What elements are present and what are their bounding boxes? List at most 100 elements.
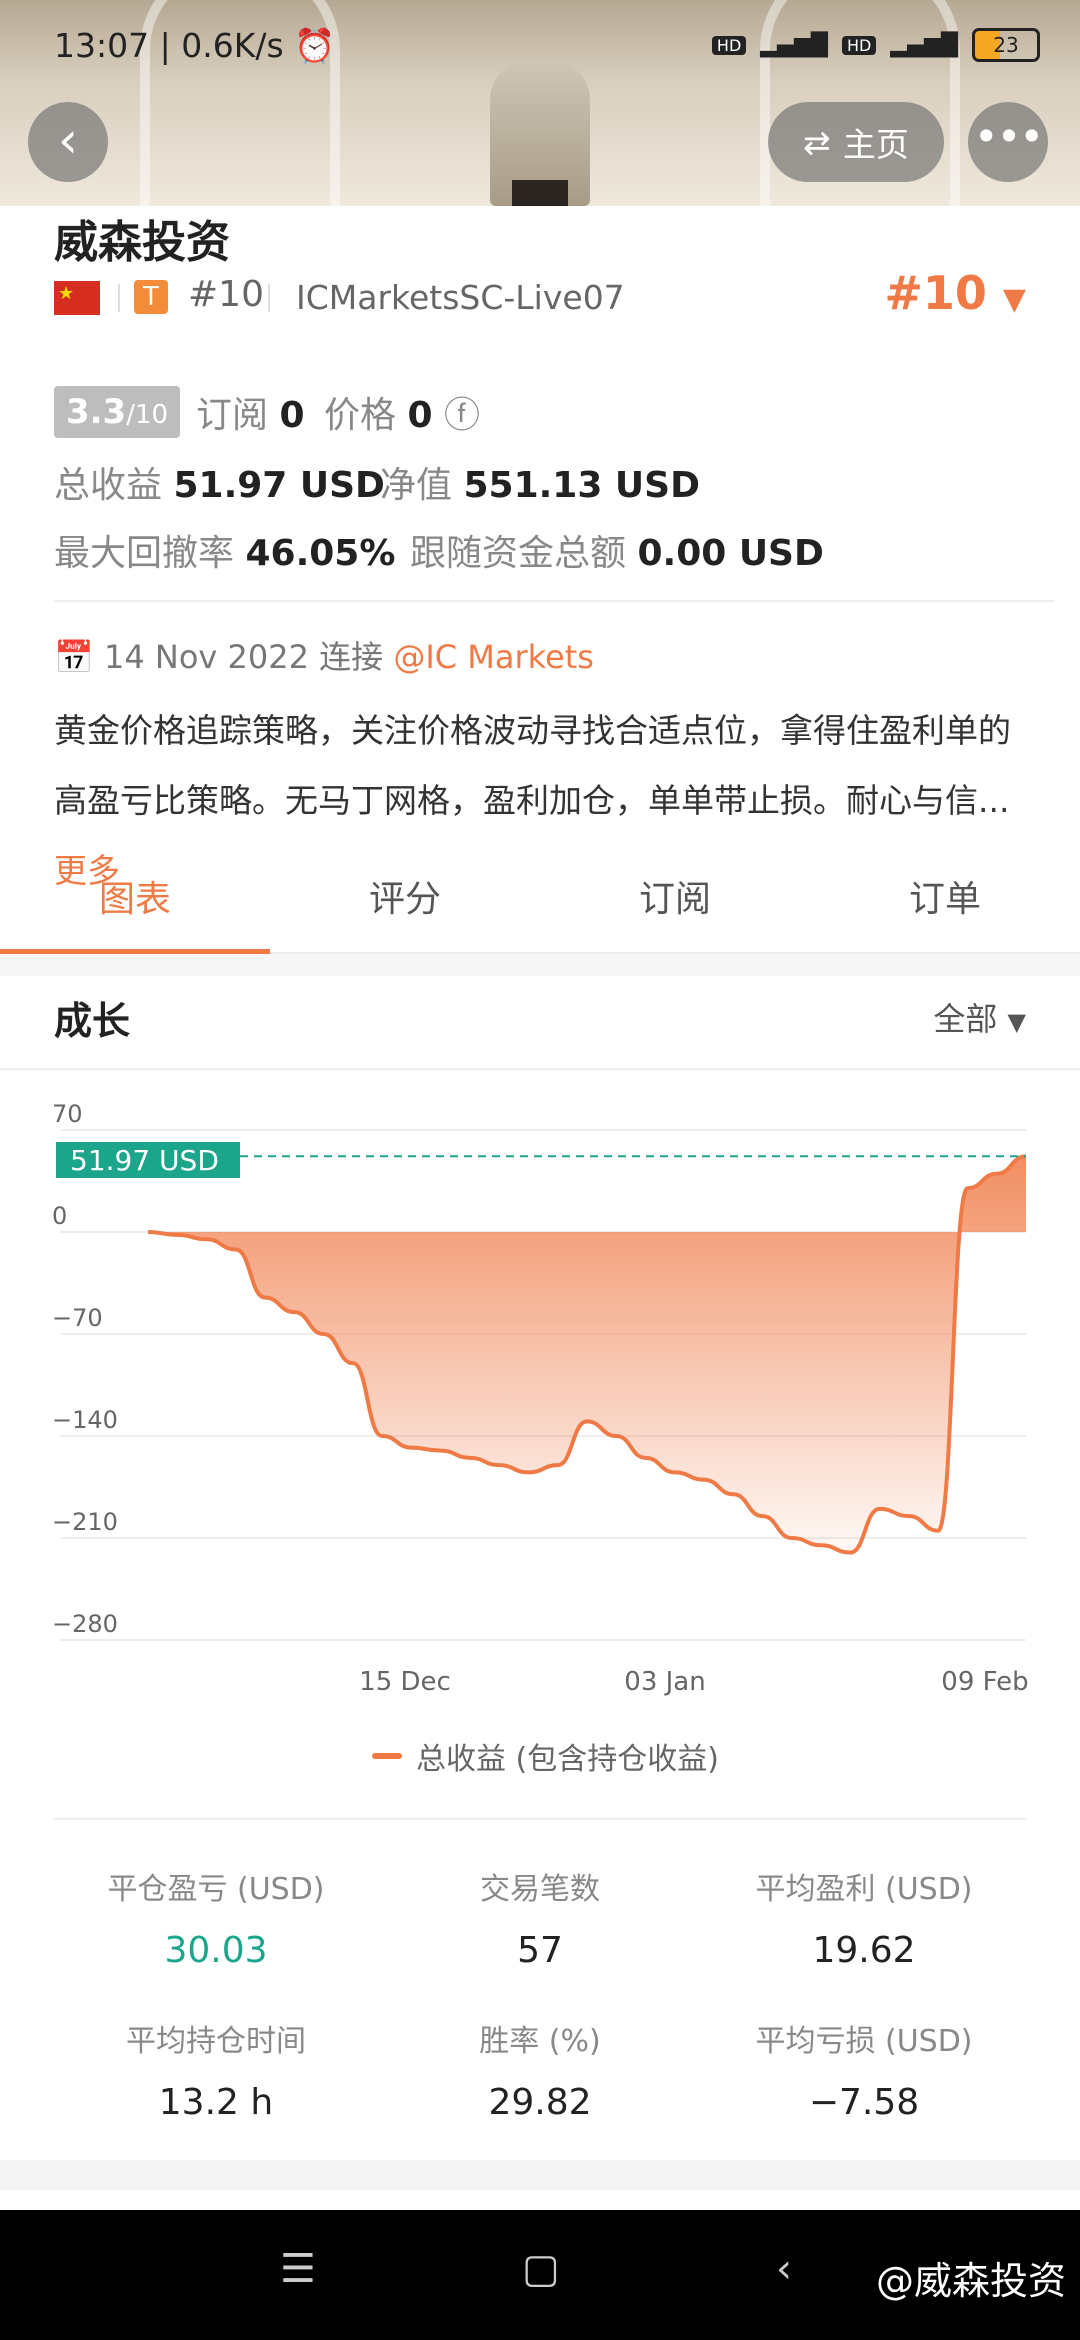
drawdown-label: 最大回撤率 — [54, 533, 235, 574]
watermark: @威森投资 — [875, 2259, 1066, 2303]
metrics-grid: 平仓盈亏 (USD) 30.03 交易笔数 57 平均盈利 (USD) 19.6… — [54, 1818, 1026, 2123]
y-tick-label: −280 — [52, 1610, 118, 1638]
menu-icon[interactable]: ☰ — [280, 2246, 316, 2292]
closed-pnl-stat: 平仓盈亏 (USD) 30.03 — [54, 1864, 378, 1971]
tab-bar: 图表 评分 订阅 订单 — [0, 862, 1080, 954]
total-profit-label: 总收益 — [54, 465, 163, 506]
subscribe-stat: 订阅 0 — [196, 386, 305, 438]
status-speed: 0.6K/s — [181, 26, 284, 65]
win-rate-stat: 胜率 (%) 29.82 — [378, 2016, 702, 2123]
section-gap — [0, 954, 1080, 976]
tab-subscribe[interactable]: 订阅 — [540, 862, 810, 952]
server-name: ICMarketsSC-Live07 — [296, 278, 625, 317]
chart-legend: 总收益 (包含持仓收益) — [372, 1734, 719, 1778]
y-tick-label: 70 — [52, 1100, 83, 1128]
metric-label: 胜率 (%) — [479, 2024, 601, 2059]
y-tick-label: −70 — [52, 1304, 103, 1332]
legend-swatch — [372, 1753, 402, 1759]
hd-badge: HD — [841, 35, 877, 55]
tab-chart[interactable]: 图表 — [0, 862, 270, 954]
battery-icon: 23 — [972, 28, 1040, 62]
swap-icon: ⇄ — [803, 122, 831, 162]
avg-profit-stat: 平均盈利 (USD) 19.62 — [702, 1864, 1026, 1971]
equity-stat: 净值 551.13 USD — [380, 456, 700, 508]
rank-dropdown[interactable]: #10 ▼ — [884, 266, 1026, 320]
current-value-label: 51.97 USD — [70, 1144, 219, 1177]
growth-title: 成长 — [54, 999, 131, 1043]
description-text: 黄金价格追踪策略，关注价格波动寻找合适点位，拿得住盈利单的高盈亏比策略。无马丁网… — [54, 711, 1011, 820]
door-decoration — [512, 180, 568, 206]
status-time: 13:07 — [54, 26, 150, 65]
metric-value: 29.82 — [488, 2082, 592, 2123]
metric-value: 57 — [517, 1930, 563, 1971]
y-tick-label: −140 — [52, 1406, 118, 1434]
home-button[interactable]: ⇄ 主页 — [768, 102, 944, 182]
divider — [54, 600, 1054, 602]
metric-value: 19.62 — [812, 1930, 916, 1971]
drawdown-value: 46.05% — [245, 533, 396, 574]
metric-label: 平均亏损 (USD) — [755, 2024, 973, 2059]
price-label: 价格 — [324, 395, 397, 436]
follow-funds-label: 跟随资金总额 — [410, 533, 627, 574]
coin-icon: ⓕ — [443, 395, 480, 436]
tab-rating[interactable]: 评分 — [270, 862, 540, 952]
price-stat: 价格 0 ⓕ — [324, 386, 480, 438]
status-bar-left: 13:07 | 0.6K/s ⏰ — [54, 26, 336, 65]
price-value: 0 — [407, 395, 433, 436]
growth-area — [148, 1156, 1026, 1553]
more-options-button[interactable]: ••• — [968, 102, 1048, 182]
status-bar-right: HD ▂▄▆█ HD ▂▄▆█ 23 — [711, 28, 1040, 62]
metric-value: −7.58 — [808, 2082, 920, 2123]
growth-chart: 70 0 −70 −140 −210 −280 15 Dec 03 Jan 09 Feb 51… — [52, 1100, 1029, 1697]
triangle-down-icon: ▼ — [1007, 1008, 1026, 1036]
x-tick-label: 09 Feb — [941, 1667, 1028, 1697]
drawdown-stat: 最大回撤率 46.05% — [54, 524, 395, 576]
tier-badge: T — [134, 280, 168, 314]
x-tick-label: 03 Jan — [624, 1667, 705, 1697]
signal-icon: ▂▄▆█ — [760, 32, 828, 58]
divider — [118, 284, 120, 312]
broker-link[interactable]: @IC Markets — [393, 638, 594, 676]
total-profit-value: 51.97 USD — [173, 465, 385, 506]
subscribe-value: 0 — [279, 395, 305, 436]
metric-label: 平均持仓时间 — [126, 2024, 306, 2059]
equity-value: 551.13 USD — [463, 465, 700, 506]
metric-value: 30.03 — [164, 1930, 268, 1971]
tab-orders[interactable]: 订单 — [810, 862, 1080, 952]
system-navigation-bar: ☰ ▢ ‹ @威森投资 — [0, 2210, 1080, 2340]
chevron-left-icon: ‹ — [58, 111, 78, 169]
signal-icon: ▂▄▆█ — [890, 32, 958, 58]
y-tick-label: −210 — [52, 1508, 118, 1536]
avg-hold-time-stat: 平均持仓时间 13.2 h — [54, 2016, 378, 2123]
back-icon[interactable]: ‹ — [776, 2246, 792, 2292]
score-badge: 3.3/10 — [54, 386, 180, 438]
legend-label: 总收益 (包含持仓收益) — [416, 1742, 719, 1777]
metric-value: 13.2 h — [158, 2082, 274, 2123]
subscribe-label: 订阅 — [196, 395, 269, 436]
connect-row: 📅 14 Nov 2022 连接 @IC Markets — [54, 632, 594, 678]
y-tick-label: 0 — [52, 1202, 67, 1230]
calendar-icon: 📅 — [54, 638, 94, 676]
back-button[interactable]: ‹ — [28, 102, 108, 182]
total-profit-stat: 总收益 51.97 USD — [54, 456, 385, 508]
equity-label: 净值 — [380, 465, 453, 506]
metric-label: 平仓盈亏 (USD) — [107, 1872, 325, 1907]
china-flag-icon — [54, 281, 100, 315]
rank-value: #10 — [884, 266, 987, 320]
follow-funds-stat: 跟随资金总额 0.00 USD — [410, 524, 824, 576]
avg-loss-stat: 平均亏损 (USD) −7.58 — [702, 2016, 1026, 2123]
metric-label: 平均盈利 (USD) — [755, 1872, 973, 1907]
divider — [0, 1068, 1080, 1070]
more-dots-icon: ••• — [973, 112, 1044, 161]
follow-funds-value: 0.00 USD — [637, 533, 824, 574]
section-gap — [0, 2160, 1080, 2190]
triangle-down-icon: ▼ — [1002, 282, 1026, 317]
metric-label: 交易笔数 — [480, 1872, 600, 1907]
range-filter-dropdown[interactable]: 全部 ▼ — [933, 994, 1026, 1040]
trader-name: 威森投资 — [54, 217, 230, 268]
hd-badge: HD — [711, 35, 747, 55]
connect-date: 14 Nov 2022 连接 — [104, 638, 384, 676]
home-square-icon[interactable]: ▢ — [522, 2246, 560, 2292]
divider — [268, 284, 270, 312]
home-label: 主页 — [842, 125, 909, 164]
